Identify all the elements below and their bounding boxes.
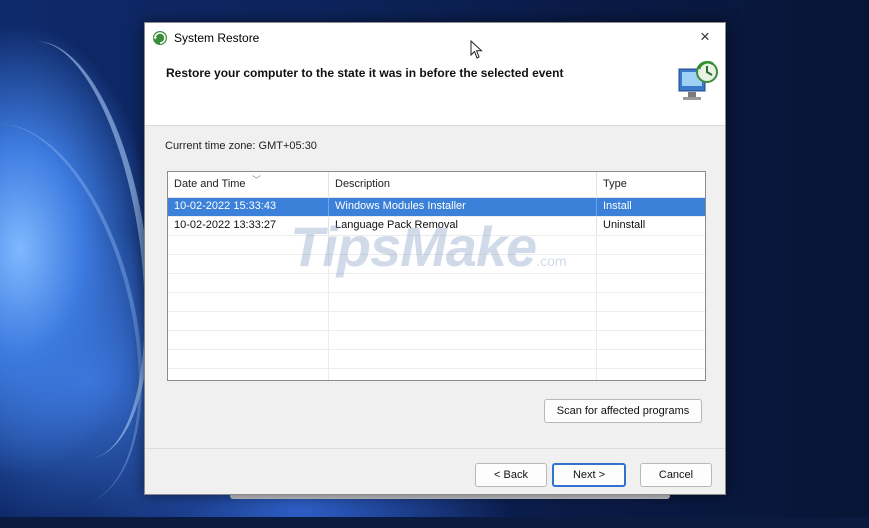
cell-type: Install	[603, 200, 632, 212]
column-type[interactable]: Type	[597, 172, 705, 197]
next-button[interactable]: Next >	[552, 463, 626, 487]
scan-affected-programs-button[interactable]: Scan for affected programs	[544, 399, 702, 423]
system-restore-icon	[153, 31, 167, 45]
footer-divider	[145, 448, 725, 449]
empty-row	[168, 331, 705, 350]
mouse-pointer-icon	[470, 40, 483, 59]
column-label: Date and Time	[174, 178, 246, 190]
dialog-header: System Restore × Restore your computer t…	[145, 23, 725, 126]
column-description[interactable]: Description	[329, 172, 597, 197]
empty-row	[168, 369, 705, 380]
dialog-heading: Restore your computer to the state it wa…	[166, 66, 564, 80]
cell-type: Uninstall	[603, 219, 646, 231]
list-header: Date and Time ﹀ Description Type	[168, 172, 705, 198]
watermark: TipsMake.com	[290, 215, 567, 278]
timezone-label: Current time zone: GMT+05:30	[165, 140, 317, 152]
window-title: System Restore	[174, 31, 260, 45]
sort-indicator-icon: ﹀	[252, 175, 262, 185]
empty-row	[168, 312, 705, 331]
restore-computer-icon	[678, 61, 718, 100]
column-date-time[interactable]: Date and Time ﹀	[168, 172, 329, 197]
back-button[interactable]: < Back	[475, 463, 547, 487]
cancel-button[interactable]: Cancel	[640, 463, 712, 487]
close-icon[interactable]: ×	[693, 25, 717, 49]
empty-row	[168, 350, 705, 369]
empty-row	[168, 293, 705, 312]
